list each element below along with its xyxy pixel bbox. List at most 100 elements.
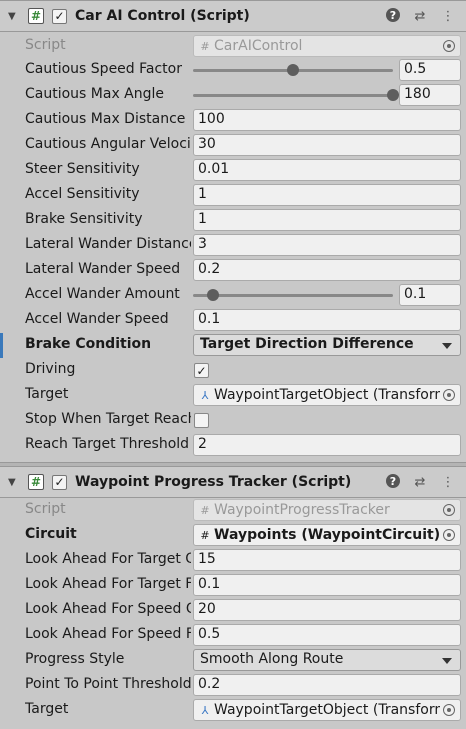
cautious-max-distance-row: Cautious Max Distance 100 [0,108,466,133]
cautious-max-angle-field[interactable]: 180 [399,84,461,106]
component-title: Waypoint Progress Tracker (Script) [75,474,352,490]
object-picker-icon [443,40,455,52]
look-ahead-for-speed-factor-row: Look Ahead For Speed Factor0.5 [0,623,466,648]
slider-thumb[interactable] [287,64,299,76]
lateral-wander-distance-field[interactable]: 3 [193,234,461,256]
car-ai-control-component: ▼ # ✓ Car AI Control (Script) ? ⇄ ⋮ Scri… [0,0,466,462]
steer-sensitivity-field[interactable]: 0.01 [193,159,461,181]
brake-sensitivity-row: Brake Sensitivity 1 [0,208,466,233]
progress-style-value: Smooth Along Route [200,651,344,667]
driving-row: Driving ✓ [0,358,466,383]
circuit-value: Waypoints (WaypointCircuit) [214,527,440,543]
component-header[interactable]: ▼ # ✓ Waypoint Progress Tracker (Script)… [0,466,466,498]
object-picker-icon[interactable] [443,389,455,401]
look-ahead-for-speed-offset-field[interactable]: 20 [193,599,461,621]
help-icon[interactable]: ? [386,474,400,488]
look-ahead-for-target-factor-row: Look Ahead For Target Factor0.1 [0,573,466,598]
script-row: Script # CarAIControl [0,34,466,59]
look-ahead-for-speed-factor-label: Look Ahead For Speed Factor [25,626,191,642]
dropdown-arrow-icon [442,343,452,349]
slider-thumb[interactable] [387,89,399,101]
stop-when-target-reached-checkbox[interactable] [194,413,209,428]
component-enabled-checkbox[interactable]: ✓ [52,8,67,24]
circuit-field[interactable]: # Waypoints (WaypointCircuit) [193,524,461,546]
progress-style-dropdown[interactable]: Smooth Along Route [193,649,461,671]
cautious-speed-factor-slider[interactable] [193,64,393,76]
target-field[interactable]: ⅄ WaypointTargetObject (Transform) [193,699,461,721]
component-header[interactable]: ▼ # ✓ Car AI Control (Script) ? ⇄ ⋮ [0,0,466,32]
kebab-menu-icon[interactable]: ⋮ [440,474,456,490]
script-row: Script # WaypointProgressTracker [0,498,466,523]
stop-when-target-reached-row: Stop When Target Reached [0,408,466,433]
cautious-max-angle-slider[interactable] [193,89,399,101]
object-picker-icon[interactable] [443,529,455,541]
cautious-max-distance-label: Cautious Max Distance [25,111,186,127]
accel-wander-amount-slider[interactable] [193,289,393,301]
script-icon: # [200,528,210,542]
component-enabled-checkbox[interactable]: ✓ [52,474,67,490]
lateral-wander-speed-field[interactable]: 0.2 [193,259,461,281]
override-marker [0,333,3,358]
accel-sensitivity-row: Accel Sensitivity 1 [0,183,466,208]
look-ahead-for-target-offset-row: Look Ahead For Target Offset15 [0,548,466,573]
target-label: Target [25,386,69,402]
accel-wander-speed-label: Accel Wander Speed [25,311,169,327]
cautious-max-angle-row: Cautious Max Angle 180 [0,83,466,108]
script-icon: # [28,474,44,490]
look-ahead-for-target-factor-field[interactable]: 0.1 [193,574,461,596]
presets-icon[interactable]: ⇄ [412,8,428,24]
object-picker-icon[interactable] [443,704,455,716]
point-threshold-field[interactable]: 0.2 [193,674,461,696]
object-picker-icon [443,504,455,516]
accel-wander-speed-field[interactable]: 0.1 [193,309,461,331]
slider-thumb[interactable] [207,289,219,301]
waypoint-progress-tracker-component: ▼ # ✓ Waypoint Progress Tracker (Script)… [0,466,466,729]
brake-condition-label: Brake Condition [25,336,152,352]
script-icon: # [200,503,210,517]
target-label: Target [25,701,69,717]
cautious-angular-velocity-factor-field[interactable]: 30 [193,134,461,156]
accel-wander-amount-field[interactable]: 0.1 [399,284,461,306]
reach-target-threshold-field[interactable]: 2 [193,434,461,456]
accel-sensitivity-label: Accel Sensitivity [25,186,140,202]
steer-sensitivity-label: Steer Sensitivity [25,161,140,177]
look-ahead-for-target-offset-field[interactable]: 15 [193,549,461,571]
target-value: WaypointTargetObject (Transform) [214,702,440,718]
cautious-speed-factor-label: Cautious Speed Factor [25,61,182,77]
cautious-angular-velocity-factor-row: Cautious Angular Velocity Factor30 [0,133,466,158]
foldout-arrow-icon[interactable]: ▼ [8,11,20,22]
circuit-row: Circuit # Waypoints (WaypointCircuit) [0,523,466,548]
cautious-speed-factor-field[interactable]: 0.5 [399,59,461,81]
lateral-wander-speed-label: Lateral Wander Speed [25,261,181,277]
lateral-wander-distance-row: Lateral Wander Distance 3 [0,233,466,258]
cautious-angular-velocity-factor-label: Cautious Angular Velocity Factor [25,136,191,152]
accel-sensitivity-field[interactable]: 1 [193,184,461,206]
presets-icon[interactable]: ⇄ [412,474,428,490]
cautious-max-distance-field[interactable]: 100 [193,109,461,131]
script-field: # CarAIControl [193,35,461,57]
look-ahead-for-speed-factor-field[interactable]: 0.5 [193,624,461,646]
brake-sensitivity-label: Brake Sensitivity [25,211,143,227]
script-icon: # [200,39,210,53]
look-ahead-for-speed-offset-label: Look Ahead For Speed Offset [25,601,191,617]
point-threshold-row: Point To Point Threshold 0.2 [0,673,466,698]
reach-target-threshold-row: Reach Target Threshold 2 [0,433,466,458]
brake-condition-value: Target Direction Difference [200,336,414,352]
transform-icon: ⅄ [201,703,209,717]
script-field: # WaypointProgressTracker [193,499,461,521]
help-icon[interactable]: ? [386,8,400,22]
component-title: Car AI Control (Script) [75,8,250,24]
look-ahead-for-speed-offset-row: Look Ahead For Speed Offset20 [0,598,466,623]
target-field[interactable]: ⅄ WaypointTargetObject (Transform) [193,384,461,406]
script-value: CarAIControl [214,38,303,54]
cautious-max-angle-label: Cautious Max Angle [25,86,165,102]
brake-sensitivity-field[interactable]: 1 [193,209,461,231]
reach-target-threshold-label: Reach Target Threshold [25,436,190,452]
foldout-arrow-icon[interactable]: ▼ [8,477,20,488]
brake-condition-row: Brake Condition Target Direction Differe… [0,333,466,358]
progress-style-label: Progress Style [25,651,125,667]
circuit-label: Circuit [25,526,77,542]
brake-condition-dropdown[interactable]: Target Direction Difference [193,334,461,356]
kebab-menu-icon[interactable]: ⋮ [440,8,456,24]
driving-checkbox[interactable]: ✓ [194,363,209,378]
